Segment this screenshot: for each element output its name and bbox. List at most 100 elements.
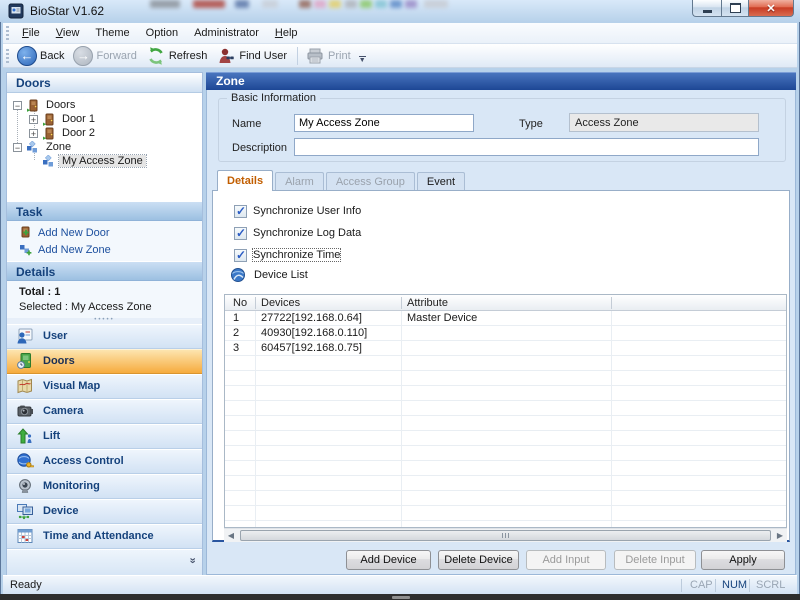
name-label: Name: [232, 118, 261, 130]
checkbox-icon[interactable]: [234, 249, 247, 262]
status-cap: CAP: [690, 579, 713, 591]
status-num: NUM: [722, 579, 747, 591]
expand-toggle-icon[interactable]: [13, 101, 22, 110]
menu-item-theme[interactable]: Theme: [87, 24, 137, 42]
column-header-devices[interactable]: Devices: [261, 295, 300, 311]
column-header-attribute[interactable]: Attribute: [407, 295, 448, 311]
device-list-icon: [230, 267, 246, 283]
tree-item-label: Door 2: [59, 127, 98, 139]
cell-device: 40930[192.168.0.110]: [261, 326, 399, 341]
find-user-button[interactable]: Find User: [213, 44, 293, 68]
sidebar-item-time-and-attendance[interactable]: Time and Attendance: [7, 524, 202, 549]
checkbox-synchronize-time[interactable]: Synchronize Time: [234, 248, 340, 262]
status-scrl: SCRL: [756, 579, 785, 591]
device-list-heading: Device List: [230, 267, 308, 283]
forward-button[interactable]: → Forward: [70, 44, 142, 68]
sidebar-item-monitoring[interactable]: Monitoring: [7, 474, 202, 499]
apply-button[interactable]: Apply: [701, 550, 785, 570]
delete-input-button[interactable]: Delete Input: [614, 550, 696, 570]
expand-toggle-icon[interactable]: [29, 115, 38, 124]
tab-alarm[interactable]: Alarm: [275, 172, 324, 191]
back-button[interactable]: ← Back: [14, 44, 70, 68]
scroll-left-arrow-icon[interactable]: ◀: [224, 529, 238, 542]
print-button[interactable]: Print: [302, 44, 357, 68]
toolbar-overflow-chevron[interactable]: ▼: [359, 56, 366, 63]
tree-item-door-1[interactable]: Door 1: [29, 112, 98, 126]
titlebar[interactable]: BioStar V1.62 ✕: [0, 0, 800, 22]
table-row[interactable]: 2 40930[192.168.0.110]: [225, 326, 786, 341]
sidebar-item-device[interactable]: Device: [7, 499, 202, 524]
refresh-icon: [146, 46, 166, 66]
maximize-icon: [730, 3, 741, 13]
menu-item-option[interactable]: Option: [138, 24, 186, 42]
add-input-button[interactable]: Add Input: [526, 550, 606, 570]
type-value-field: Access Zone: [569, 113, 759, 132]
scrollbar-thumb[interactable]: [240, 530, 771, 541]
sidebar-item-user[interactable]: User: [7, 324, 202, 349]
refresh-label: Refresh: [169, 50, 208, 62]
checkbox-synchronize-user-info[interactable]: Synchronize User Info: [234, 204, 361, 218]
tree-item-zone[interactable]: Zone: [13, 140, 74, 154]
tab-event[interactable]: Event: [417, 172, 465, 191]
sidebar-item-label: Monitoring: [43, 480, 100, 492]
checkbox-icon[interactable]: [234, 227, 247, 240]
sidebar-nav: User Doors Visual Map Camera Lift Access…: [7, 324, 202, 549]
delete-device-button[interactable]: Delete Device: [438, 550, 519, 570]
device-table[interactable]: No Devices Attribute 1 27722[192.168.0.6…: [224, 294, 787, 528]
basic-information-legend: Basic Information: [227, 92, 320, 104]
tree-item-label: My Access Zone: [59, 155, 146, 167]
sidebar-item-access-control[interactable]: Access Control: [7, 449, 202, 474]
description-input[interactable]: [294, 138, 759, 156]
table-row[interactable]: 1 27722[192.168.0.64] Master Device: [225, 311, 786, 326]
refresh-button[interactable]: Refresh: [143, 44, 214, 68]
maximize-button[interactable]: [721, 0, 748, 17]
sidebar-footer: »: [7, 549, 202, 576]
table-row[interactable]: 3 60457[192.168.0.75]: [225, 341, 786, 356]
close-button[interactable]: ✕: [748, 0, 794, 17]
doors-tree: Doors Door 1 Door 2 Zone My Access Zone: [7, 94, 202, 201]
toolbar-separator: [297, 47, 298, 65]
column-separator[interactable]: [255, 297, 256, 309]
cell-no: 2: [233, 326, 255, 341]
toolbar-grip[interactable]: [6, 49, 9, 63]
menu-item-administrator[interactable]: Administrator: [186, 24, 267, 42]
tree-item-door-2[interactable]: Door 2: [29, 126, 98, 140]
expand-toggle-icon[interactable]: [29, 129, 38, 138]
minimize-button[interactable]: [692, 0, 721, 17]
sidebar-item-camera[interactable]: Camera: [7, 399, 202, 424]
nav-overflow-chevron[interactable]: »: [186, 557, 197, 563]
door-icon: [26, 99, 39, 112]
tab-access-group[interactable]: Access Group: [326, 172, 415, 191]
menu-item-view[interactable]: View: [48, 24, 88, 42]
zone-icon: [26, 141, 39, 154]
add-new-zone-link[interactable]: Add New Zone: [19, 243, 111, 256]
device-table-header: No Devices Attribute: [225, 295, 786, 311]
column-header-no[interactable]: No: [233, 295, 247, 311]
tree-item-doors[interactable]: Doors: [13, 98, 78, 112]
status-ready: Ready: [10, 579, 42, 591]
add-new-door-link[interactable]: Add New Door: [19, 226, 110, 239]
tab-details[interactable]: Details: [217, 170, 273, 191]
checkbox-synchronize-log-data[interactable]: Synchronize Log Data: [234, 226, 361, 240]
sidebar-item-doors[interactable]: Doors: [7, 349, 202, 374]
tree-item-label: Zone: [43, 141, 74, 153]
tree-item-my-access-zone[interactable]: My Access Zone: [29, 154, 146, 168]
scroll-right-arrow-icon[interactable]: ▶: [773, 529, 787, 542]
status-separator: [715, 579, 716, 592]
add-device-button[interactable]: Add Device: [346, 550, 431, 570]
expand-toggle-icon[interactable]: [13, 143, 22, 152]
doors-icon: [16, 352, 34, 370]
sidebar-item-visual-map[interactable]: Visual Map: [7, 374, 202, 399]
column-separator[interactable]: [611, 297, 612, 309]
sidebar-item-lift[interactable]: Lift: [7, 424, 202, 449]
column-separator[interactable]: [401, 297, 402, 309]
menu-item-help[interactable]: Help: [267, 24, 306, 42]
find-user-label: Find User: [239, 50, 287, 62]
menubar-grip[interactable]: [6, 26, 9, 40]
sidebar-item-label: Lift: [43, 430, 60, 442]
menu-item-file[interactable]: File: [14, 24, 48, 42]
name-input[interactable]: [294, 114, 474, 132]
checkbox-icon[interactable]: [234, 205, 247, 218]
horizontal-scrollbar[interactable]: ◀ ▶: [224, 528, 787, 542]
main-panel: Basic Information Name Type Access Zone …: [206, 90, 796, 575]
